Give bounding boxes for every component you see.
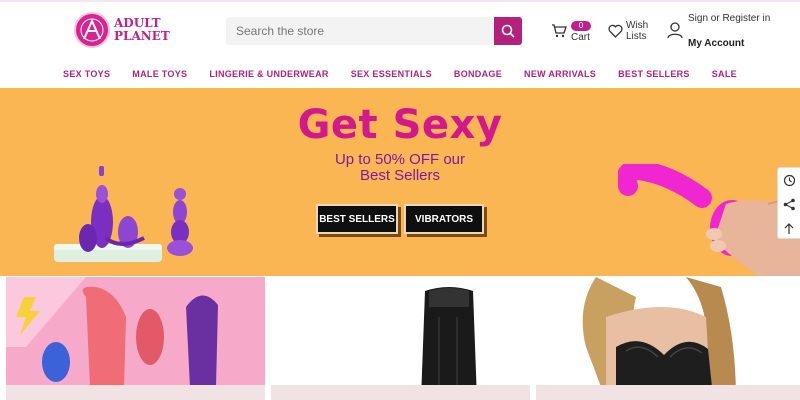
wishlist-label: Wish Lists [626, 20, 649, 42]
share-button[interactable] [778, 192, 800, 216]
search-input[interactable] [226, 17, 494, 45]
category-tile-male[interactable] [271, 277, 530, 400]
best-sellers-button[interactable]: BEST SELLERS [316, 204, 398, 234]
history-icon [783, 174, 795, 186]
hero-banner[interactable]: Get Sexy Up to 50% OFF our Best Sellers … [0, 88, 800, 276]
arrow-up-icon [784, 222, 794, 234]
toys-category-image [6, 277, 265, 400]
main-navigation: SEX TOYS MALE TOYS LINGERIE & UNDERWEAR … [0, 60, 800, 88]
my-account-label: My Account [688, 38, 745, 49]
search-button[interactable] [494, 17, 522, 45]
user-icon [667, 22, 683, 39]
nav-item-sale[interactable]: SALE [712, 69, 737, 79]
logo-badge-icon [74, 12, 110, 48]
logo-wordmark: ADULT PLANET [114, 17, 170, 43]
vibrators-button[interactable]: VIBRATORS [404, 204, 484, 234]
nav-item-sex-essentials[interactable]: SEX ESSENTIALS [351, 69, 432, 79]
sign-in-register-text: Sign or Register in [688, 13, 771, 24]
tile-caption-bar [6, 385, 265, 400]
cart-label: Cart [571, 32, 590, 43]
lingerie-category-image [536, 277, 800, 400]
category-tile-lingerie[interactable] [536, 277, 800, 400]
nav-item-male-toys[interactable]: MALE TOYS [132, 69, 187, 79]
logo-line2: PLANET [114, 29, 170, 43]
heart-icon [608, 24, 623, 38]
nav-item-bondage[interactable]: BONDAGE [454, 69, 502, 79]
cart-count-badge: 0 [571, 21, 591, 31]
back-to-top-button[interactable] [778, 216, 800, 240]
male-category-image [271, 277, 530, 400]
recently-viewed-button[interactable] [778, 168, 800, 192]
floating-toolbar [777, 167, 800, 239]
nav-item-sex-toys[interactable]: SEX TOYS [63, 69, 110, 79]
category-tile-toys[interactable] [6, 277, 265, 400]
nav-item-best-sellers[interactable]: BEST SELLERS [618, 69, 690, 79]
hero-title: Get Sexy [297, 102, 503, 148]
tile-caption-bar [536, 385, 800, 400]
share-icon [783, 198, 795, 210]
brand-logo[interactable]: ADULT PLANET [74, 12, 170, 48]
hero-right-product-image [618, 164, 800, 276]
tile-caption-bar [271, 385, 530, 400]
cart-icon [552, 24, 567, 38]
nav-item-new-arrivals[interactable]: NEW ARRIVALS [524, 69, 596, 79]
search-bar [226, 17, 522, 45]
search-icon [501, 24, 515, 38]
nav-item-lingerie-underwear[interactable]: LINGERIE & UNDERWEAR [209, 69, 328, 79]
site-header: ADULT PLANET 0 Cart Wish Lists [0, 2, 800, 60]
